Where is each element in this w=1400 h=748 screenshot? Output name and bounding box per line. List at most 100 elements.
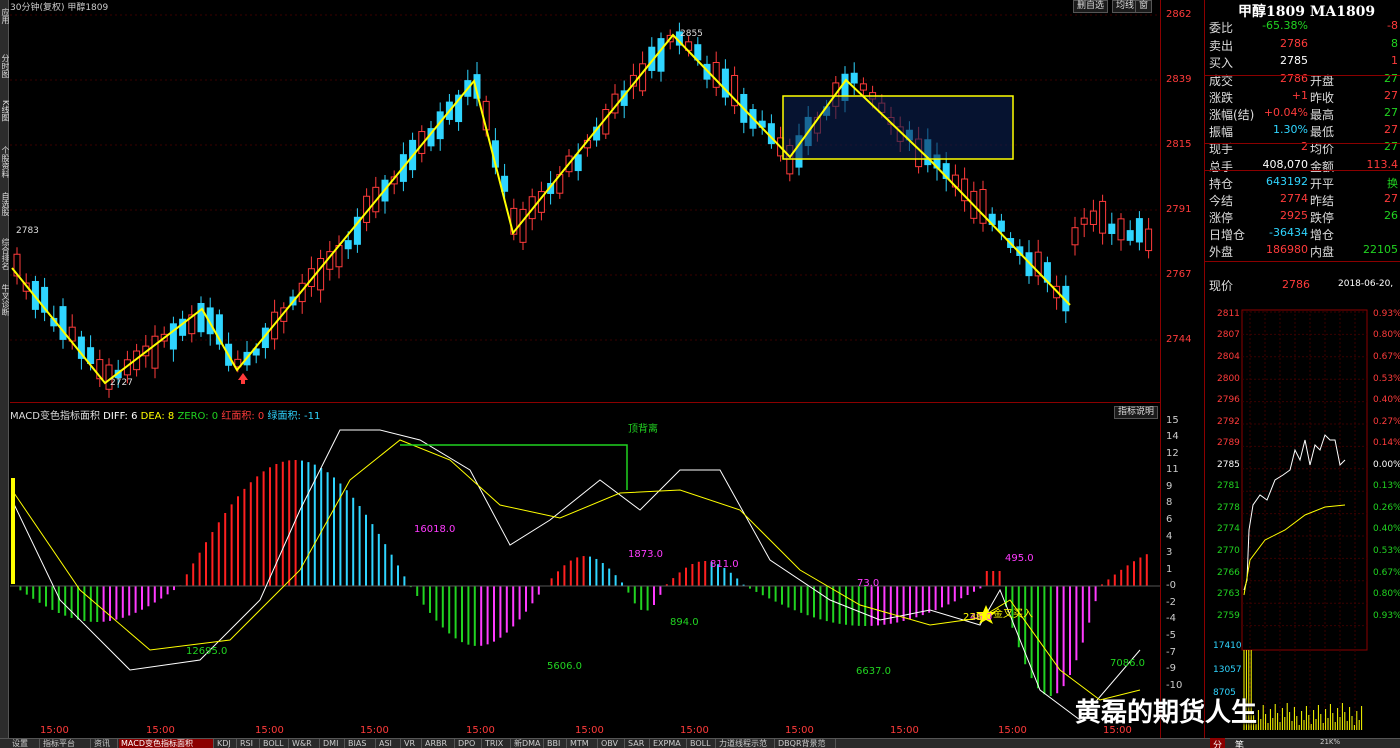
indicator-tab[interactable]: MTM [568,739,598,748]
quote-label: 买入 [1209,56,1234,70]
indicator-tab[interactable]: DMI [321,739,345,748]
macd-marker [11,478,15,584]
left-tab[interactable]: 应用 [0,8,9,52]
candle [1145,228,1153,252]
indicator-tab[interactable]: 设置 [10,739,40,748]
candle [657,38,665,72]
quote-label2: 最高 [1310,108,1335,122]
indicator-tab[interactable]: 资讯 [92,739,118,748]
macd-annotation: 811.0 [710,559,739,570]
intraday-pct-tick: 0.13% [1373,481,1400,491]
intraday-price-tick: 2781 [1217,481,1240,491]
left-tab[interactable]: 分时图 [0,54,9,98]
intraday-frame [1241,309,1368,651]
quote-value: 2786 [1280,72,1308,85]
macd-tick: 4 [1166,531,1173,542]
quote-label: 持仓 [1209,177,1234,191]
indicator-tab[interactable]: ARBR [423,739,455,748]
quote-label: 涨停 [1209,211,1234,225]
candle [639,63,647,92]
intraday-price-tick: 2800 [1217,374,1240,384]
left-tab[interactable]: 个股资料 [0,146,9,190]
macd-tick: -0 [1166,580,1176,591]
quote-value: 2774 [1280,192,1308,205]
candle [1080,217,1088,225]
quote-label: 日增仓 [1209,228,1246,242]
indicator-tab[interactable]: TRIX [483,739,511,748]
price-tick: 2815 [1166,139,1192,150]
candlestick-chart[interactable] [0,0,1160,738]
indicator-tab[interactable]: BIAS [346,739,376,748]
indicator-tab[interactable]: BBI [545,739,567,748]
quote-value2: 26 [1384,209,1398,222]
consolidation-box [782,95,1014,160]
indicator-tab[interactable]: DPO [456,739,482,748]
top-label: 2855 [680,29,703,39]
quote-label: 总手 [1209,160,1234,174]
candle [1099,200,1107,234]
macd-tick: 12 [1166,448,1179,459]
price-tick: 2791 [1166,204,1192,215]
quote-label2: 内盘 [1310,245,1335,259]
intraday-price-tick: 2811 [1217,309,1240,319]
candle [850,72,858,84]
macd-annotation: 894.0 [670,617,699,628]
quote-label: 今结 [1209,194,1234,208]
intraday-pct-tick: 0.40% [1373,524,1400,534]
indicator-tab[interactable]: BOLL [688,739,716,748]
tab-minute[interactable]: 分 [1210,738,1226,748]
indicator-tab[interactable]: W&R [290,739,320,748]
quote-label2: 跌停 [1310,211,1335,225]
intraday-pct-tick: 0.93% [1373,611,1400,621]
indicator-tab[interactable]: DBQR背景范 [776,739,836,748]
left-tab[interactable]: K线图 [0,100,9,144]
intraday-price-tick: 2774 [1217,524,1240,534]
time-tick: 15:00 [890,725,919,736]
indicator-tab[interactable]: RSI [238,739,260,748]
tab-tick[interactable]: 笔 [1235,738,1244,748]
macd-annotation: 5606.0 [547,661,582,672]
macd-tick: 8 [1166,497,1173,508]
quote-label: 委比 [1209,21,1234,35]
macd-annotation: 2380 [963,612,989,623]
indicator-tab[interactable]: KDJ [215,739,237,748]
quote-value2: 27 [1384,192,1398,205]
indicator-tab[interactable]: BOLL [261,739,289,748]
macd-legend: MACD变色指标面积 DIFF: 6 DEA: 8 ZERO: 0 红面积: 0… [10,407,320,422]
volume-unit: 21K% [1320,738,1341,746]
indicator-help-button[interactable]: 指标说明 [1114,406,1159,419]
macd-annotation: 6637.0 [856,666,891,677]
buy-arrow-icon [238,373,248,384]
macd-annotation: 金叉买入 [993,609,1033,620]
time-tick: 15:00 [360,725,389,736]
intraday-pct-tick: 0.40% [1373,395,1400,405]
macd-tick: 11 [1166,464,1179,475]
candle [344,240,352,250]
time-tick: 15:00 [998,725,1027,736]
intraday-price-tick: 2789 [1217,438,1240,448]
intraday-price-tick: 2792 [1217,417,1240,427]
quote-value: 2785 [1280,54,1308,67]
indicator-tab[interactable]: 指标平台 [41,739,91,748]
macd-tick: -10 [1166,680,1183,691]
time-tick: 15:00 [785,725,814,736]
quote-value2: -8 [1387,19,1398,32]
macd-red-area: 红面积: 0 [221,411,265,422]
time-tick: 15:00 [575,725,604,736]
indicator-tab[interactable]: 力道线程示范 [717,739,775,748]
indicator-tab[interactable]: MACD变色指标面积 [119,739,214,748]
indicator-tab[interactable]: EXPMA [651,739,687,748]
indicator-tab[interactable]: ASI [377,739,401,748]
quote-value2: 8 [1391,37,1398,50]
left-tab[interactable]: 自选股 [0,192,9,236]
quote-value2: 27 [1384,72,1398,85]
quote-label: 外盘 [1209,245,1234,259]
left-tab[interactable]: 牛叉诊断 [0,284,9,328]
quote-value2: 27 [1384,89,1398,102]
indicator-tab[interactable]: VR [402,739,422,748]
indicator-tab[interactable]: OBV [599,739,625,748]
left-tab[interactable]: 综合排名 [0,238,9,282]
candle [317,258,325,291]
indicator-tab[interactable]: SAR [626,739,650,748]
indicator-tab[interactable]: 新DMA [512,739,544,748]
